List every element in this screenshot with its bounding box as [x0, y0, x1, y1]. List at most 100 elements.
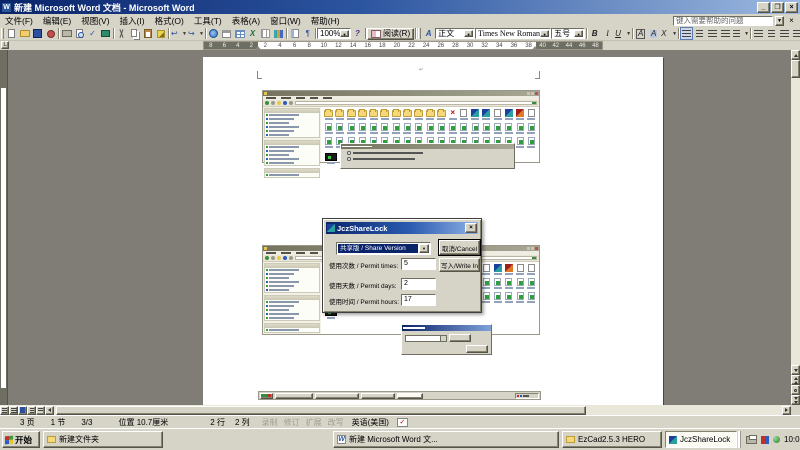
status-mode-3[interactable]: 改写 [328, 417, 344, 428]
menu-item-3[interactable]: 插入(I) [115, 15, 150, 27]
char-scale-icon[interactable]: X▼ [660, 27, 677, 40]
menu-item-4[interactable]: 格式(O) [150, 15, 189, 27]
taskbar-button-3[interactable]: JczShareLock [665, 431, 737, 448]
undo-icon[interactable]: ↩▼ [170, 27, 187, 40]
taskbar-button-1[interactable]: W新建 Microsoft Word 文... [333, 431, 559, 448]
char-border-icon[interactable]: A [634, 27, 647, 40]
horizontal-scroll-thumb[interactable] [56, 406, 586, 415]
dialog-field-input-1[interactable]: 2 [401, 278, 436, 290]
font-combobox-dropdown-icon[interactable]: ▼ [540, 30, 549, 37]
menu-item-7[interactable]: 窗口(W) [265, 15, 306, 27]
outline-view-icon[interactable] [27, 406, 36, 415]
combobox-dropdown-icon[interactable]: ▼ [419, 244, 429, 253]
close-document-icon[interactable]: × [786, 16, 797, 26]
tables-and-borders-icon[interactable] [220, 27, 233, 40]
italic-icon[interactable]: I [601, 27, 614, 40]
vertical-scroll-thumb[interactable] [791, 60, 800, 78]
size-combobox-dropdown-icon[interactable]: ▼ [574, 30, 583, 37]
dialog-field-input-2[interactable]: 17 [401, 294, 436, 306]
print-icon[interactable] [60, 27, 73, 40]
status-mode-2[interactable]: 扩展 [306, 417, 322, 428]
horizontal-scrollbar[interactable] [0, 405, 791, 415]
taskbar-button-2[interactable]: EzCad2.5.3 HERO [562, 431, 662, 448]
embedded-taskbar-screenshot[interactable] [258, 391, 541, 400]
insert-hyperlink-icon[interactable] [207, 27, 220, 40]
dialog-titlebar[interactable]: JczShareLock × [326, 222, 478, 234]
menu-item-1[interactable]: 编辑(E) [38, 15, 76, 27]
menu-item-8[interactable]: 帮助(H) [306, 15, 345, 27]
style-combobox-dropdown-icon[interactable]: ▼ [464, 30, 473, 37]
increase-indent-icon[interactable] [791, 27, 800, 40]
reading-layout-view-icon[interactable] [36, 406, 45, 415]
font-combobox[interactable]: Times New Roman▼ [475, 28, 551, 39]
line-spacing-icon[interactable]: ▼ [732, 27, 749, 40]
research-icon[interactable] [99, 27, 112, 40]
permission-icon[interactable] [44, 27, 57, 40]
status-mode-1[interactable]: 修订 [284, 417, 300, 428]
minimize-button-icon[interactable]: _ [757, 2, 770, 13]
help-icon[interactable]: ? [351, 27, 364, 40]
tab-selector[interactable]: L [1, 41, 9, 49]
previous-page-icon[interactable] [791, 375, 800, 385]
paste-icon[interactable] [141, 27, 154, 40]
size-combobox[interactable]: 五号▼ [551, 28, 585, 39]
select-browse-object-icon[interactable] [791, 385, 800, 395]
document-map-icon[interactable] [288, 27, 301, 40]
menu-item-5[interactable]: 工具(T) [189, 15, 227, 27]
taskbar-button-0[interactable]: 新建文件夹 [43, 431, 163, 448]
show-hide-marks-icon[interactable]: ¶ [301, 27, 314, 40]
insert-excel-icon[interactable]: X [246, 27, 259, 40]
underline-icon[interactable]: U▼ [614, 27, 631, 40]
styles-and-formatting-icon[interactable]: A [422, 27, 435, 40]
align-justify-icon[interactable] [680, 27, 693, 40]
read-layout-button[interactable]: 阅读(R) [367, 28, 414, 40]
open-icon[interactable] [18, 27, 31, 40]
menu-item-0[interactable]: 文件(F) [0, 15, 38, 27]
help-question-input[interactable]: 键入需要帮助的问题 [673, 16, 773, 26]
start-button[interactable]: 开始 [2, 431, 40, 448]
cancel-button[interactable]: 取消/Cancel [439, 240, 480, 255]
scroll-left-icon[interactable] [45, 406, 54, 415]
dialog-field-input-0[interactable]: 5 [401, 258, 436, 270]
print-layout-view-icon[interactable] [18, 406, 27, 415]
copy-icon[interactable] [128, 27, 141, 40]
bold-icon[interactable]: B [588, 27, 601, 40]
zoom-dropdown-icon[interactable]: ▼ [340, 30, 349, 37]
decrease-indent-icon[interactable] [778, 27, 791, 40]
cut-icon[interactable] [115, 27, 128, 40]
status-mode-0[interactable]: 录制 [262, 417, 278, 428]
scroll-down-icon[interactable] [791, 365, 800, 375]
insert-table-icon[interactable] [233, 27, 246, 40]
format-painter-icon[interactable] [154, 27, 167, 40]
formatting-toolbar-handle[interactable] [418, 28, 421, 39]
status-tray-icon[interactable] [773, 436, 780, 443]
spelling-status-icon[interactable]: ✓ [397, 418, 408, 427]
scroll-right-icon[interactable] [782, 406, 791, 415]
horizontal-ruler[interactable]: 8642 2468101214161820222426283032343638 … [203, 41, 603, 50]
new-document-icon[interactable] [5, 27, 18, 40]
save-icon[interactable] [31, 27, 44, 40]
columns-icon[interactable] [259, 27, 272, 40]
menu-item-6[interactable]: 表格(A) [227, 15, 265, 27]
print-preview-icon[interactable] [73, 27, 86, 40]
restore-button-icon[interactable]: ❐ [771, 2, 784, 13]
zoom-combobox[interactable]: 100%▼ [317, 28, 351, 39]
standard-toolbar-handle[interactable] [1, 28, 4, 39]
close-button-icon[interactable]: × [785, 2, 798, 13]
language-tray-icon[interactable] [761, 436, 769, 444]
web-layout-view-icon[interactable] [9, 406, 18, 415]
redo-icon[interactable]: ↪▼ [187, 27, 204, 40]
numbering-icon[interactable] [752, 27, 765, 40]
align-center-icon[interactable] [693, 27, 706, 40]
dialog-close-icon[interactable]: × [465, 223, 477, 233]
style-combobox[interactable]: 正文▼ [435, 28, 475, 39]
menu-item-2[interactable]: 视图(V) [76, 15, 114, 27]
write-in-button[interactable]: 写入/Write In [439, 258, 480, 272]
normal-view-icon[interactable] [0, 406, 9, 415]
bullets-icon[interactable] [765, 27, 778, 40]
spelling-grammar-icon[interactable]: ✓ [86, 27, 99, 40]
char-shading-icon[interactable]: A [647, 27, 660, 40]
printer-tray-icon[interactable] [746, 436, 757, 444]
next-page-icon[interactable] [791, 395, 800, 405]
align-right-icon[interactable] [706, 27, 719, 40]
